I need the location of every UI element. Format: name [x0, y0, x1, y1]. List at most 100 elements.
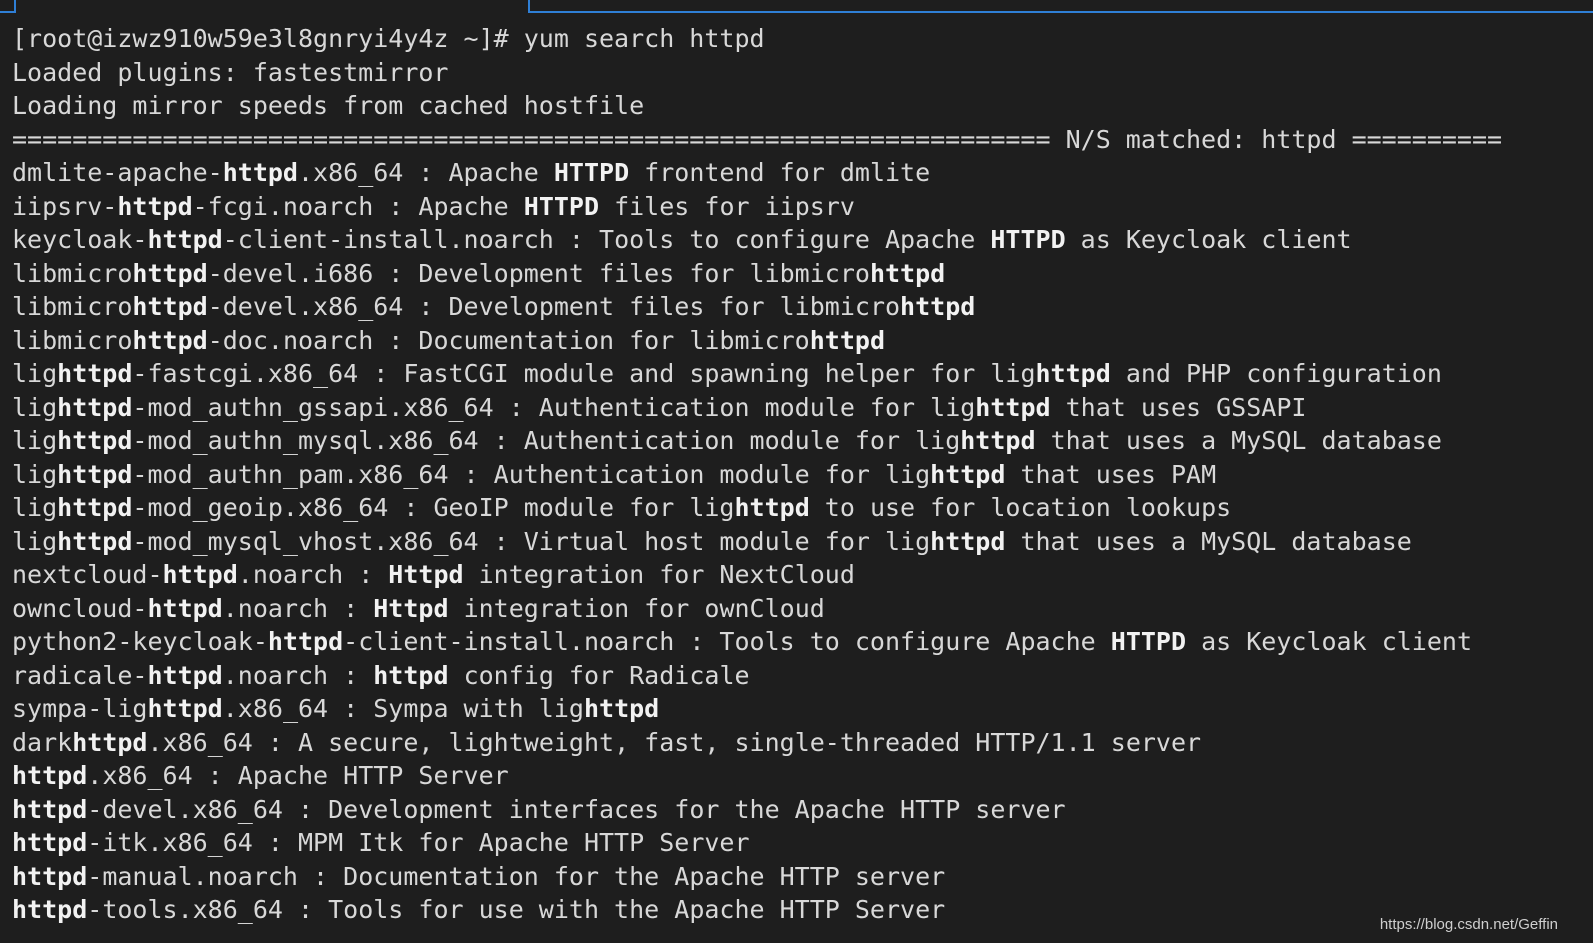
terminal-text: as Keycloak client — [1186, 627, 1473, 656]
terminal-line: libmicrohttpd-doc.noarch : Documentation… — [12, 324, 1593, 358]
terminal-text: -itk.x86_64 : MPM Itk for Apache HTTP Se… — [87, 828, 750, 857]
highlighted-match: httpd — [57, 359, 133, 388]
terminal-text: -client-install.noarch : Tools to config… — [343, 627, 1111, 656]
highlighted-match: httpd — [960, 426, 1036, 455]
highlighted-match: httpd — [12, 794, 88, 824]
active-tab[interactable] — [16, 0, 529, 14]
terminal-line: lighttpd-fastcgi.x86_64 : FastCGI module… — [12, 357, 1593, 391]
highlighted-match: httpd — [147, 593, 223, 623]
highlighted-match: httpd — [809, 325, 886, 355]
terminal-line: httpd.x86_64 : Apache HTTP Server — [12, 759, 1593, 793]
highlighted-match: httpd — [12, 828, 88, 857]
terminal-text: Loading mirror speeds from cached hostfi… — [12, 91, 645, 120]
terminal-text: -devel.x86_64 : Development interfaces f… — [87, 794, 1066, 824]
terminal-text: .x86_64 : Apache HTTP Server — [87, 761, 509, 790]
terminal-text: lig — [12, 359, 58, 388]
highlighted-match: httpd — [147, 694, 223, 723]
terminal-text: Loaded plugins: fastestmirror — [12, 57, 449, 87]
terminal-text: that uses a MySQL database — [1005, 526, 1412, 556]
terminal-line: lighttpd-mod_geoip.x86_64 : GeoIP module… — [12, 491, 1593, 525]
terminal-line: radicale-httpd.noarch : httpd config for… — [12, 659, 1593, 693]
terminal-text: lig — [12, 426, 58, 455]
highlighted-match: Httpd — [373, 593, 449, 623]
highlighted-match: HTTPD — [523, 191, 600, 221]
terminal-text: libmicro — [12, 258, 133, 288]
terminal-line: iipsrv-httpd-fcgi.noarch : Apache HTTPD … — [12, 190, 1593, 224]
highlighted-match: httpd — [12, 761, 88, 790]
terminal-text: .noarch : — [222, 593, 374, 623]
terminal-text: frontend for dmlite — [629, 158, 931, 187]
tab-bar — [0, 0, 1593, 14]
terminal-text: .x86_64 : Sympa with lig — [222, 694, 584, 723]
terminal-text: -devel.x86_64 : Development files for li… — [207, 292, 901, 321]
highlighted-match: httpd — [267, 627, 344, 656]
highlighted-match: httpd — [975, 392, 1051, 422]
terminal-text: -manual.noarch : Documentation for the A… — [87, 861, 946, 891]
terminal-text: -mod_geoip.x86_64 : GeoIP module for lig — [132, 493, 735, 522]
highlighted-match: httpd — [147, 660, 223, 690]
highlighted-match: httpd — [930, 459, 1006, 489]
highlighted-match: HTTPD — [1110, 627, 1187, 656]
terminal-line: [root@izwz910w59e3l8gnryi4y4z ~]# yum se… — [12, 22, 1593, 56]
terminal-line: lighttpd-mod_authn_gssapi.x86_64 : Authe… — [12, 391, 1593, 425]
terminal-text: -mod_authn_pam.x86_64 : Authentication m… — [132, 459, 931, 489]
tab-left-edge[interactable] — [0, 0, 16, 13]
terminal-line: libmicrohttpd-devel.i686 : Development f… — [12, 257, 1593, 291]
highlighted-match: httpd — [373, 660, 449, 690]
tab-bar-empty-area — [528, 0, 1593, 13]
terminal-text: integration for NextCloud — [463, 560, 855, 589]
terminal-text: libmicro — [12, 292, 133, 321]
terminal-line: lighttpd-mod_authn_pam.x86_64 : Authenti… — [12, 458, 1593, 492]
terminal-line: lighttpd-mod_mysql_vhost.x86_64 : Virtua… — [12, 525, 1593, 559]
terminal-line: httpd-manual.noarch : Documentation for … — [12, 860, 1593, 894]
terminal-text: -doc.noarch : Documentation for libmicro — [207, 325, 810, 355]
highlighted-match: httpd — [132, 292, 208, 321]
terminal-text: [root@izwz910w59e3l8gnryi4y4z ~]# yum se… — [12, 24, 765, 53]
highlighted-match: httpd — [162, 560, 238, 589]
terminal-line: dmlite-apache-httpd.x86_64 : Apache HTTP… — [12, 156, 1593, 190]
terminal-line: ========================================… — [12, 123, 1593, 157]
terminal-window: [root@izwz910w59e3l8gnryi4y4z ~]# yum se… — [0, 0, 1593, 943]
highlighted-match: httpd — [57, 459, 133, 489]
terminal-line: keycloak-httpd-client-install.noarch : T… — [12, 223, 1593, 257]
highlighted-match: httpd — [132, 258, 208, 288]
highlighted-match: Httpd — [388, 560, 464, 589]
terminal-text: that uses a MySQL database — [1035, 426, 1442, 455]
terminal-line: lighttpd-mod_authn_mysql.x86_64 : Authen… — [12, 424, 1593, 458]
terminal-text: lig — [12, 493, 58, 522]
terminal-line: darkhttpd.x86_64 : A secure, lightweight… — [12, 726, 1593, 760]
terminal-output[interactable]: [root@izwz910w59e3l8gnryi4y4z ~]# yum se… — [12, 22, 1593, 943]
terminal-text: as Keycloak client — [1065, 225, 1352, 254]
terminal-text: iipsrv- — [12, 191, 118, 221]
terminal-text: that uses GSSAPI — [1050, 392, 1307, 422]
highlighted-match: httpd — [583, 694, 660, 723]
terminal-text: .noarch : — [237, 560, 389, 589]
terminal-line: python2-keycloak-httpd-client-install.no… — [12, 625, 1593, 659]
highlighted-match: httpd — [147, 225, 223, 254]
terminal-line: httpd-itk.x86_64 : MPM Itk for Apache HT… — [12, 826, 1593, 860]
highlighted-match: httpd — [117, 191, 193, 221]
terminal-line: httpd-devel.x86_64 : Development interfa… — [12, 793, 1593, 827]
terminal-text: -mod_authn_gssapi.x86_64 : Authenticatio… — [132, 392, 976, 422]
highlighted-match: httpd — [222, 158, 298, 187]
terminal-line: httpd-tools.x86_64 : Tools for use with … — [12, 893, 1593, 927]
highlighted-match: httpd — [900, 292, 976, 321]
terminal-text: sympa-lig — [12, 694, 148, 723]
terminal-text: lig — [12, 526, 58, 556]
terminal-text: -fastcgi.x86_64 : FastCGI module and spa… — [132, 359, 1036, 388]
terminal-text: -fcgi.noarch : Apache — [192, 191, 524, 221]
terminal-text: .noarch : — [222, 660, 374, 690]
highlighted-match: httpd — [57, 526, 133, 556]
terminal-line: sympa-lighttpd.x86_64 : Sympa with light… — [12, 692, 1593, 726]
highlighted-match: HTTPD — [990, 225, 1066, 254]
terminal-text: radicale- — [12, 660, 148, 690]
terminal-text: .x86_64 : Apache — [297, 158, 554, 187]
terminal-text: libmicro — [12, 325, 133, 355]
terminal-text: dark — [12, 727, 73, 757]
terminal-line: libmicrohttpd-devel.x86_64 : Development… — [12, 290, 1593, 324]
highlighted-match: httpd — [12, 861, 88, 891]
terminal-line: Loaded plugins: fastestmirror — [12, 56, 1593, 90]
highlighted-match: httpd — [132, 325, 208, 355]
terminal-text: owncloud- — [12, 593, 148, 623]
terminal-text: that uses PAM — [1005, 459, 1217, 489]
